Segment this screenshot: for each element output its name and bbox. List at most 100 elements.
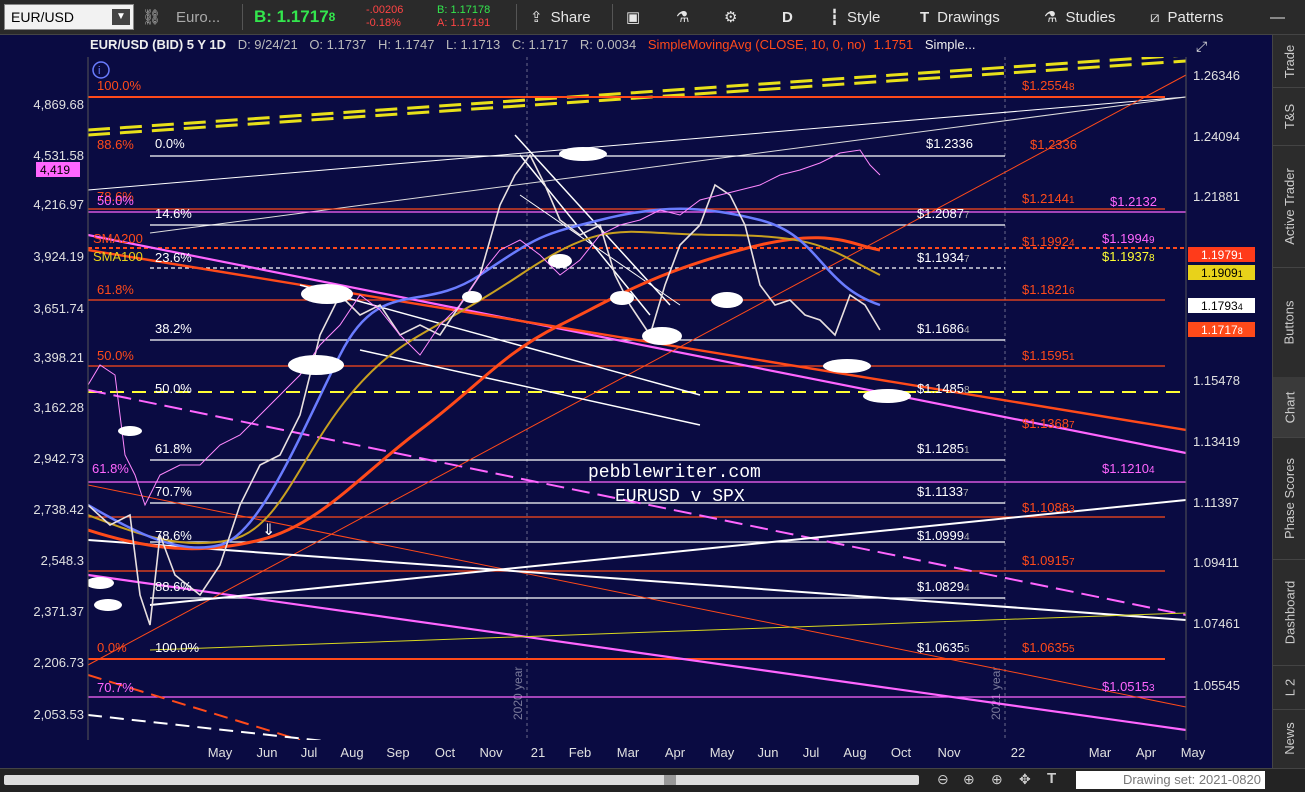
left-axis-label: 4,531.58: [33, 148, 84, 163]
year-label: 2020 year: [511, 667, 525, 720]
x-axis-label: Sep: [386, 745, 409, 760]
x-axis-label: May: [208, 745, 233, 760]
svg-text:$1.12104: $1.12104: [1102, 461, 1155, 476]
trendline[interactable]: [88, 539, 1186, 621]
svg-text:$1.19949: $1.19949: [1102, 231, 1155, 246]
trendline[interactable]: [514, 134, 671, 306]
tab-buttons[interactable]: Buttons: [1273, 267, 1305, 378]
tab-chart[interactable]: Chart: [1273, 377, 1305, 438]
scrollbar-thumb[interactable]: [664, 775, 676, 785]
fib-label: 61.8%: [155, 441, 192, 456]
studies-button[interactable]: ⚗ Studies: [1044, 4, 1116, 30]
tab-phase-scores[interactable]: Phase Scores: [1273, 437, 1305, 560]
price-label: $1.1485: [917, 381, 964, 396]
expand-icon[interactable]: ⤢: [1196, 38, 1207, 54]
fib-label: 70.7%: [155, 484, 192, 499]
trendline[interactable]: [149, 96, 1186, 234]
price-label: $1.1210: [1102, 461, 1149, 476]
trendline[interactable]: [88, 74, 1186, 666]
candle-icon: ┇: [830, 9, 840, 26]
x-axis-label: Mar: [1089, 745, 1112, 760]
price-label: $1.0829: [917, 579, 964, 594]
price-badge-sma50: 1.17934: [1201, 299, 1243, 313]
tab-news[interactable]: News: [1273, 709, 1305, 769]
right-axis-label: 1.07461: [1193, 616, 1240, 631]
grid-layout-icon[interactable]: ▣: [626, 4, 640, 30]
fib-label: 50.0%: [97, 348, 134, 363]
tab-level2[interactable]: L 2: [1273, 665, 1305, 710]
patterns-label: Patterns: [1167, 8, 1224, 26]
text-tool-icon: T: [920, 8, 930, 26]
left-axis-label: 3,651.74: [33, 301, 84, 316]
style-button[interactable]: ┇ Style: [830, 4, 880, 30]
bid-price: B: 1.1717 8: [254, 4, 335, 30]
bid-price-main: B: 1.1717: [254, 7, 329, 26]
chart-area[interactable]: 2020 year 2021 year 4,869.68 4,531.58 4,…: [0, 35, 1272, 768]
study-value: 1.1751: [873, 37, 914, 52]
x-axis-label: Oct: [435, 745, 456, 760]
period-button[interactable]: D: [782, 4, 793, 30]
drawings-button[interactable]: T Drawings: [920, 4, 1000, 30]
zoom-out-icon[interactable]: ⊖: [937, 771, 949, 788]
svg-text:$1.10883: $1.10883: [1022, 500, 1075, 515]
svg-text:$1.2336: $1.2336: [1030, 137, 1077, 152]
price-label: $1.0515: [1102, 679, 1149, 694]
price-label: $1.2554: [1022, 78, 1069, 93]
gear-icon[interactable]: ⚙: [724, 4, 737, 30]
svg-text:$1.14858: $1.14858: [917, 381, 970, 396]
fib-label: 78.6%: [155, 528, 192, 543]
trendline[interactable]: [88, 714, 360, 745]
crosshair-icon[interactable]: ⊕: [963, 771, 975, 788]
minimize-icon[interactable]: —: [1270, 4, 1285, 30]
left-axis-label: 4,216.97: [33, 197, 84, 212]
right-axis: 1.26346 1.24094 1.21881 1.15478 1.13419 …: [1193, 68, 1240, 693]
svg-text:$1.11337: $1.11337: [917, 484, 969, 499]
bid-price-frac: 8: [328, 10, 336, 24]
studies-label: Studies: [1065, 8, 1116, 26]
chevron-down-icon[interactable]: ▼: [112, 9, 130, 25]
flask-icon[interactable]: ⚗: [676, 4, 689, 30]
study2-label[interactable]: Simple...: [925, 37, 976, 52]
tab-time-and-sales[interactable]: T&S: [1273, 87, 1305, 146]
tab-label: Trade: [1282, 44, 1298, 78]
link-icon[interactable]: ⛓: [142, 4, 161, 30]
x-axis-label: Aug: [843, 745, 866, 760]
bid-ask-values: B: 1.17178 A: 1.17191: [437, 2, 490, 32]
price-label: $1.2087: [917, 206, 964, 221]
left-axis-label: 3,398.21: [33, 350, 84, 365]
x-axis-label: Apr: [1136, 745, 1157, 760]
info-icon[interactable]: [92, 61, 110, 79]
tab-trade[interactable]: Trade: [1273, 35, 1305, 88]
svg-text:$1.2132: $1.2132: [1110, 194, 1157, 209]
left-axis-label: 2,738.42: [33, 502, 84, 517]
tab-dashboard[interactable]: Dashboard: [1273, 559, 1305, 666]
drawing-set-field[interactable]: Drawing set: 2021-0820: [1076, 771, 1265, 789]
chart-canvas[interactable]: 2020 year 2021 year 4,869.68 4,531.58 4,…: [0, 35, 1272, 768]
sma100-label: SMA100: [93, 249, 143, 264]
share-button[interactable]: ⇪ Share: [530, 4, 591, 30]
svg-text:$1.09157: $1.09157: [1022, 553, 1075, 568]
patterns-button[interactable]: ⧄ Patterns: [1150, 4, 1223, 30]
right-axis-label: 1.05545: [1193, 678, 1240, 693]
style-label: Style: [847, 8, 881, 26]
sma100-line[interactable]: [88, 230, 881, 545]
study-label[interactable]: SimpleMovingAvg (CLOSE, 10, 0, no): [648, 37, 866, 52]
trendline[interactable]: [359, 349, 701, 426]
x-axis-label: Feb: [569, 745, 591, 760]
watermark-line: pebblewriter.com: [588, 463, 761, 483]
sma200-line[interactable]: [88, 236, 881, 551]
divider: [612, 4, 613, 30]
tab-active-trader[interactable]: Active Trader: [1273, 145, 1305, 268]
x-axis-label: Oct: [891, 745, 912, 760]
svg-text:$1.06355: $1.06355: [917, 640, 970, 655]
price-badge-sma200: 1.19791: [1201, 248, 1243, 262]
tab-label: L 2: [1282, 678, 1297, 696]
horizontal-scrollbar[interactable]: [4, 775, 919, 785]
pan-icon[interactable]: ✥: [1019, 771, 1031, 788]
symbol-selector[interactable]: EUR/USD ▼: [4, 4, 134, 30]
x-axis-label: Apr: [665, 745, 686, 760]
zoom-in-icon[interactable]: ⊕: [991, 771, 1003, 788]
trendline[interactable]: [88, 96, 1186, 191]
svg-text:$1.2336: $1.2336: [926, 136, 973, 151]
text-tool-icon[interactable]: T: [1047, 770, 1056, 787]
